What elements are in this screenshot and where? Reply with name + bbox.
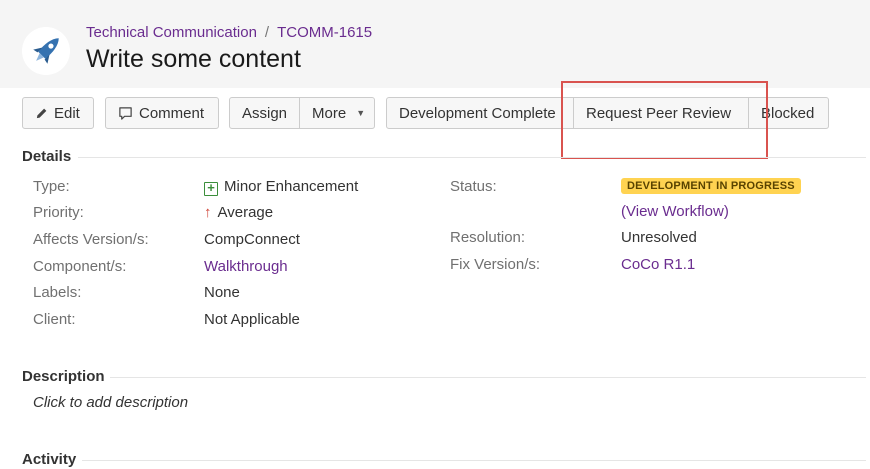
client-value: Not Applicable bbox=[204, 311, 300, 328]
status-label: Status: bbox=[450, 178, 497, 195]
project-avatar[interactable] bbox=[22, 27, 70, 75]
activity-divider bbox=[82, 460, 866, 461]
more-button-label: More bbox=[312, 104, 347, 122]
type-value: + Minor Enhancement bbox=[204, 178, 358, 196]
chevron-down-icon: ▼ bbox=[356, 108, 366, 118]
description-heading: Description bbox=[22, 368, 105, 385]
speech-bubble-icon bbox=[119, 106, 132, 120]
breadcrumb-issue-key-link[interactable]: TCOMM-1615 bbox=[277, 24, 372, 41]
fix-version-label: Fix Version/s: bbox=[450, 256, 541, 273]
labels-value: None bbox=[204, 284, 240, 301]
priority-label: Priority: bbox=[33, 204, 84, 221]
type-value-text: Minor Enhancement bbox=[224, 178, 359, 195]
breadcrumb-separator: / bbox=[264, 24, 270, 41]
comment-button-label: Comment bbox=[139, 104, 205, 122]
affects-version-value: CompConnect bbox=[204, 231, 300, 248]
component-label: Component/s: bbox=[33, 258, 127, 275]
blocked-button-label: Blocked bbox=[761, 104, 815, 122]
workflow-close-paren: ) bbox=[723, 203, 729, 220]
description-divider bbox=[110, 377, 866, 378]
edit-button-label: Edit bbox=[54, 104, 80, 122]
comment-button[interactable]: Comment bbox=[105, 97, 219, 129]
plus-square-icon: + bbox=[204, 181, 218, 196]
issue-header: Technical Communication / TCOMM-1615 Write… bbox=[0, 0, 870, 88]
priority-value: ↑ Average bbox=[204, 204, 273, 221]
edit-button[interactable]: Edit bbox=[22, 97, 94, 129]
activity-heading: Activity bbox=[22, 451, 77, 468]
more-button[interactable]: More ▼ bbox=[300, 97, 375, 129]
priority-value-text: Average bbox=[217, 204, 274, 221]
labels-label: Labels: bbox=[33, 284, 82, 301]
view-workflow-link[interactable]: View Workflow bbox=[626, 203, 724, 220]
fix-version-value: CoCo R1.1 bbox=[621, 256, 695, 273]
breadcrumb-project-link[interactable]: Technical Communication bbox=[86, 24, 257, 41]
development-complete-button[interactable]: Development Complete bbox=[386, 97, 574, 129]
resolution-label: Resolution: bbox=[450, 229, 526, 246]
fix-version-link[interactable]: CoCo R1.1 bbox=[621, 256, 695, 273]
breadcrumb: Technical Communication / TCOMM-1615 bbox=[86, 24, 372, 41]
development-complete-label: Development Complete bbox=[399, 104, 556, 122]
assign-button-label: Assign bbox=[242, 104, 288, 122]
assign-button[interactable]: Assign bbox=[229, 97, 300, 129]
type-label: Type: bbox=[33, 178, 70, 195]
arrow-up-icon: ↑ bbox=[204, 204, 212, 221]
details-heading: Details bbox=[22, 148, 72, 165]
details-divider bbox=[78, 157, 866, 158]
highlight-box bbox=[561, 81, 768, 159]
component-value: Walkthrough bbox=[204, 258, 288, 275]
resolution-value: Unresolved bbox=[621, 229, 697, 246]
page-title: Write some content bbox=[86, 45, 301, 73]
affects-version-label: Affects Version/s: bbox=[33, 231, 149, 248]
view-workflow: (View Workflow) bbox=[621, 203, 729, 220]
description-placeholder[interactable]: Click to add description bbox=[33, 394, 188, 411]
client-label: Client: bbox=[33, 311, 76, 328]
pencil-icon bbox=[36, 108, 47, 118]
rocket-icon bbox=[22, 27, 70, 75]
component-link[interactable]: Walkthrough bbox=[204, 258, 288, 275]
status-badge: DEVELOPMENT IN PROGRESS bbox=[621, 178, 801, 194]
